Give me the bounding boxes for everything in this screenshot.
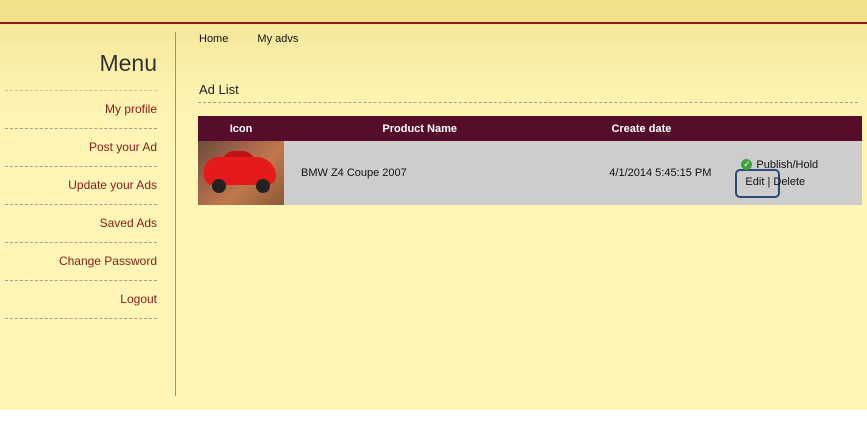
ad-list-table: Icon Product Name Create date BMW Z4 Cou…	[198, 116, 862, 205]
sidebar: Menu My profile Post your Ad Update your…	[0, 24, 175, 410]
top-nav: Home My advs	[199, 33, 324, 45]
section-title: Ad List	[199, 82, 239, 97]
sidebar-divider	[175, 32, 176, 396]
menu-title: Menu	[99, 50, 157, 76]
menu-item-change-password[interactable]: Change Password	[5, 243, 157, 281]
edit-link[interactable]: Edit	[745, 176, 764, 188]
menu-item-my-profile[interactable]: My profile	[5, 90, 157, 129]
nav-home-link[interactable]: Home	[199, 33, 228, 45]
page-content: Menu My profile Post your Ad Update your…	[0, 24, 867, 410]
publish-hold-label: Publish/Hold	[756, 159, 819, 171]
table-header-row: Icon Product Name Create date	[198, 116, 862, 141]
top-bar	[0, 0, 867, 24]
publish-hold-link[interactable]: ✓ Publish/Hold	[741, 159, 818, 171]
table-row: BMW Z4 Coupe 2007 4/1/2014 5:45:15 PM ✓ P…	[198, 141, 862, 205]
edit-delete-links: Edit | Delete	[745, 176, 805, 188]
column-header-create-date: Create date	[555, 116, 728, 141]
menu-item-logout[interactable]: Logout	[5, 281, 157, 319]
row-icon-cell	[198, 141, 284, 205]
column-header-icon: Icon	[198, 116, 284, 141]
menu-list: My profile Post your Ad Update your Ads …	[5, 90, 157, 319]
nav-my-advs-link[interactable]: My advs	[257, 33, 298, 45]
menu-item-saved-ads[interactable]: Saved Ads	[5, 205, 157, 243]
menu-item-update-ads[interactable]: Update your Ads	[5, 167, 157, 205]
check-icon: ✓	[741, 159, 753, 170]
section-divider	[198, 102, 858, 103]
separator: |	[767, 176, 771, 188]
product-name: BMW Z4 Coupe 2007	[284, 141, 556, 205]
menu-item-post-ad[interactable]: Post your Ad	[5, 129, 157, 167]
delete-link[interactable]: Delete	[773, 176, 805, 188]
row-actions-cell: ✓ Publish/Hold Edit | Delete	[727, 141, 862, 205]
column-header-actions	[727, 116, 862, 141]
create-date: 4/1/2014 5:45:15 PM	[555, 141, 728, 205]
car-thumbnail-image[interactable]	[198, 141, 284, 205]
column-header-product-name: Product Name	[284, 116, 556, 141]
